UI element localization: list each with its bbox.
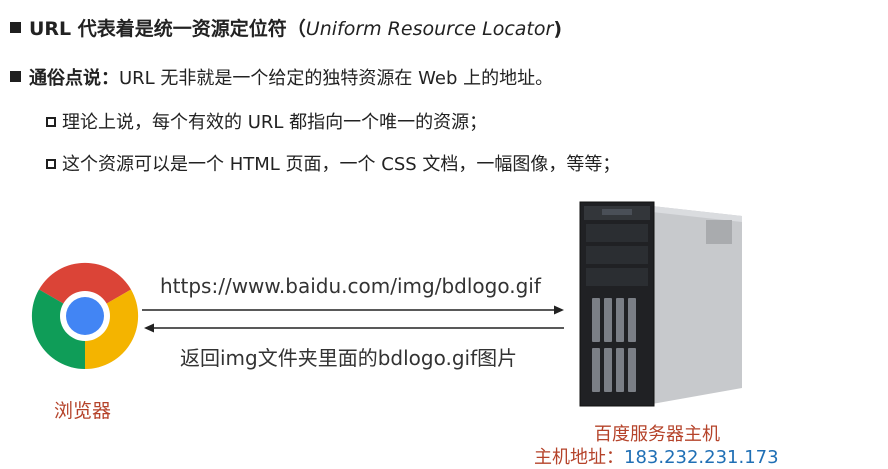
hollow-square-bullet-icon bbox=[46, 159, 56, 169]
hollow-square-bullet-icon bbox=[46, 117, 56, 127]
request-arrow bbox=[142, 305, 564, 333]
sub-item-text: 这个资源可以是一个 HTML 页面，一个 CSS 文档，一幅图像，等等； bbox=[62, 154, 621, 175]
tower-server-icon bbox=[579, 201, 742, 407]
server-ip: 183.232.231.173 bbox=[624, 447, 779, 468]
server-address-label: 主机地址： bbox=[534, 447, 624, 468]
square-bullet-icon bbox=[10, 71, 21, 82]
sub-item: 理论上说，每个有效的 URL 都指向一个唯一的资源； bbox=[46, 108, 487, 134]
heading-text: URL 代表着是统一资源定位符（ bbox=[29, 18, 306, 40]
chrome-logo-icon bbox=[31, 262, 139, 370]
server-address: 主机地址：183.232.231.173 bbox=[534, 443, 779, 469]
bullet-text: URL 无非就是一个给定的独特资源在 Web 上的地址。 bbox=[119, 68, 554, 89]
heading-end-text: ) bbox=[553, 18, 562, 40]
main-heading: URL 代表着是统一资源定位符（Uniform Resource Locator… bbox=[10, 14, 562, 41]
browser-label: 浏览器 bbox=[54, 400, 112, 422]
sub-item: 这个资源可以是一个 HTML 页面，一个 CSS 文档，一幅图像，等等； bbox=[46, 150, 620, 176]
square-bullet-icon bbox=[10, 22, 21, 33]
heading-italic-text: Uniform Resource Locator bbox=[305, 18, 554, 40]
sub-item-text: 理论上说，每个有效的 URL 都指向一个唯一的资源； bbox=[62, 112, 488, 133]
response-description: 返回img文件夹里面的bdlogo.gif图片 bbox=[180, 346, 518, 370]
bullet-label: 通俗点说 bbox=[29, 68, 101, 89]
request-url-label: https://www.baidu.com/img/bdlogo.gif bbox=[160, 274, 541, 298]
bullet-colon: ： bbox=[101, 68, 119, 89]
bullet-plain-explanation: 通俗点说：URL 无非就是一个给定的独特资源在 Web 上的地址。 bbox=[10, 64, 553, 90]
